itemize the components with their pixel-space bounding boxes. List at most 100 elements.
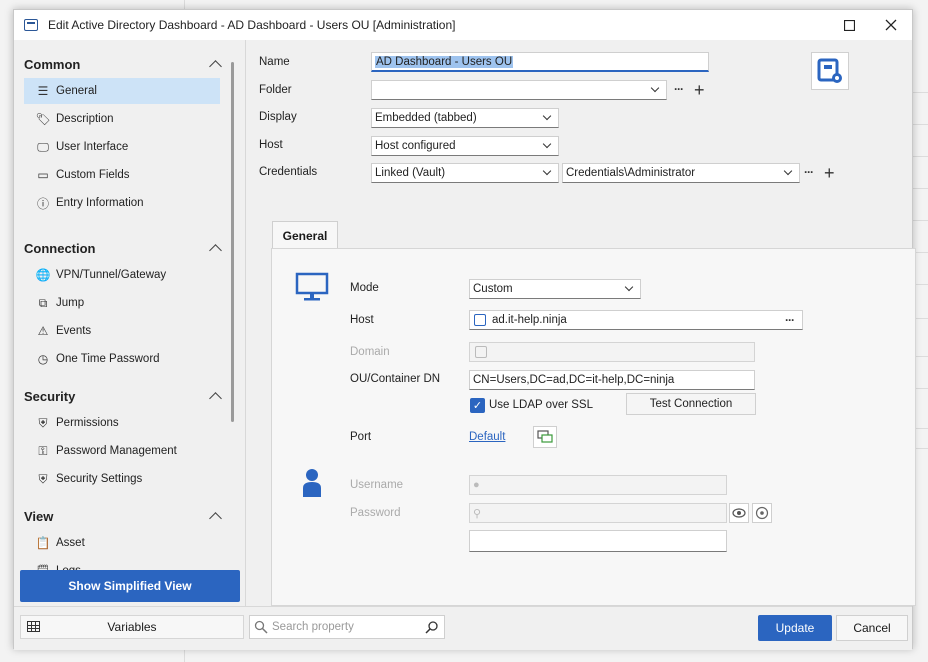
name-input[interactable]: AD Dashboard - Users OU (371, 52, 709, 72)
domain-icon (475, 346, 487, 358)
general-tab-panel (271, 248, 916, 606)
credentials-value: Credentials\Administrator (566, 167, 696, 179)
mode-select[interactable]: Custom (469, 279, 641, 299)
bg-divider (912, 220, 928, 221)
section-view[interactable]: View (24, 506, 224, 526)
credentials-select[interactable]: Credentials\Administrator (562, 163, 800, 183)
sidebar-item-label: Jump (56, 297, 85, 309)
section-title: Common (24, 56, 81, 72)
ou-label: OU/Container DN (350, 373, 441, 385)
key-icon: ⚿ (38, 443, 48, 458)
sidebar-item-user-interface[interactable]: 🖵 User Interface (24, 134, 220, 160)
dialog-footer: Variables Search property Update Cancel (14, 606, 912, 650)
sidebar-item-vpn[interactable]: 🌐 VPN/Tunnel/Gateway (24, 262, 220, 288)
sidebar-item-custom-fields[interactable]: ▭ Custom Fields (24, 162, 220, 188)
network-icon (537, 430, 553, 443)
sidebar-item-general[interactable]: ☰ General (24, 78, 220, 104)
credentials-more-button[interactable]: ··· (804, 165, 814, 179)
port-default-link[interactable]: Default (469, 431, 505, 443)
sidebar-item-permissions[interactable]: ⛨ Permissions (24, 410, 220, 436)
chevron-up-icon (209, 392, 222, 405)
search-property-input[interactable]: Search property (249, 615, 445, 639)
sidebar-item-label: VPN/Tunnel/Gateway (56, 269, 167, 281)
sidebar-item-label: Permissions (56, 417, 119, 429)
section-title: View (24, 508, 54, 524)
variables-button[interactable]: Variables (20, 615, 244, 639)
port-label: Port (350, 431, 372, 443)
jump-icon: ⧉ (38, 295, 48, 310)
info-icon: ⓘ (36, 196, 49, 211)
chevron-down-icon (650, 83, 660, 93)
chevron-up-icon (209, 512, 222, 525)
maximize-button[interactable] (828, 10, 870, 40)
search-go-icon[interactable] (425, 620, 439, 634)
chevron-down-icon (542, 166, 552, 176)
title-bar: Edit Active Directory Dashboard - AD Das… (14, 10, 912, 40)
field-icon: ▭ (37, 168, 49, 182)
credentials-label: Credentials (259, 166, 318, 178)
section-connection[interactable]: Connection (24, 238, 224, 258)
password-label: Password (350, 507, 401, 519)
chevron-down-icon (542, 111, 552, 121)
display-label: Display (259, 111, 297, 123)
password-generator-icon (755, 506, 769, 520)
ad-host-input[interactable]: ad.it-help.ninja ··· (469, 310, 803, 330)
eye-icon (732, 508, 746, 518)
sidebar-scrollbar[interactable] (231, 62, 234, 422)
sidebar-item-label: Security Settings (56, 473, 143, 485)
password-input[interactable]: ⚲ (469, 503, 727, 523)
folder-label: Folder (259, 84, 292, 96)
sidebar-item-description[interactable]: 🏷 Description (24, 106, 220, 132)
variables-label: Variables (107, 620, 157, 634)
extra-input[interactable] (469, 530, 727, 552)
credentials-add-button[interactable]: + (824, 164, 835, 182)
cancel-button[interactable]: Cancel (836, 615, 908, 641)
show-simplified-view-button[interactable]: Show Simplified View (20, 570, 240, 602)
display-select[interactable]: Embedded (tabbed) (371, 108, 559, 128)
section-common[interactable]: Common (24, 54, 224, 74)
section-security[interactable]: Security (24, 386, 224, 406)
sidebar-item-label: Password Management (56, 445, 177, 457)
display-value: Embedded (tabbed) (375, 112, 477, 124)
username-input[interactable]: ● (469, 475, 727, 495)
credentials-mode-select[interactable]: Linked (Vault) (371, 163, 559, 183)
folder-add-button[interactable]: + (694, 81, 705, 99)
sidebar-item-events[interactable]: ⚠ Events (24, 318, 220, 344)
update-button[interactable]: Update (758, 615, 832, 641)
chevron-down-icon (783, 166, 793, 176)
ou-input[interactable]: CN=Users,DC=ad,DC=it-help,DC=ninja (469, 370, 755, 390)
generate-password-button[interactable] (752, 503, 772, 523)
ldap-ssl-checkbox[interactable]: ✓ (470, 398, 485, 413)
grid-icon (27, 621, 40, 632)
sidebar-item-asset[interactable]: 📋 Asset (24, 530, 220, 556)
sidebar-item-otp[interactable]: ◷ One Time Password (24, 346, 220, 372)
domain-input[interactable] (469, 342, 755, 362)
tag-icon: 🏷 (35, 112, 51, 126)
close-icon (885, 19, 897, 31)
username-label: Username (350, 479, 404, 491)
sidebar-item-label: General (56, 85, 97, 97)
tab-general[interactable]: General (272, 221, 338, 249)
mode-value: Custom (473, 283, 513, 295)
entry-type-icon[interactable] (811, 52, 849, 90)
sidebar-item-label: Events (56, 325, 92, 337)
shield-icon: ⛨ (38, 415, 48, 430)
host-select[interactable]: Host configured (371, 136, 559, 156)
warning-icon: ⚠ (37, 324, 49, 338)
show-password-button[interactable] (729, 503, 749, 523)
close-button[interactable] (870, 10, 912, 40)
window-icon (24, 19, 38, 31)
sidebar-item-password-management[interactable]: ⚿ Password Management (24, 438, 220, 464)
mode-label: Mode (350, 282, 379, 294)
ad-host-more-button[interactable]: ··· (785, 313, 795, 327)
sidebar-item-jump[interactable]: ⧉ Jump (24, 290, 220, 316)
test-connection-button[interactable]: Test Connection (626, 393, 756, 415)
sidebar-item-security-settings[interactable]: ⛨ Security Settings (24, 466, 220, 492)
monitor-icon: 🖵 (37, 139, 49, 154)
port-config-button[interactable] (533, 426, 557, 448)
list-icon: ☰ (37, 84, 49, 98)
folder-select[interactable] (371, 80, 667, 100)
name-label: Name (259, 56, 290, 68)
folder-more-button[interactable]: ··· (674, 82, 684, 96)
sidebar-item-entry-information[interactable]: ⓘ Entry Information (24, 190, 220, 216)
